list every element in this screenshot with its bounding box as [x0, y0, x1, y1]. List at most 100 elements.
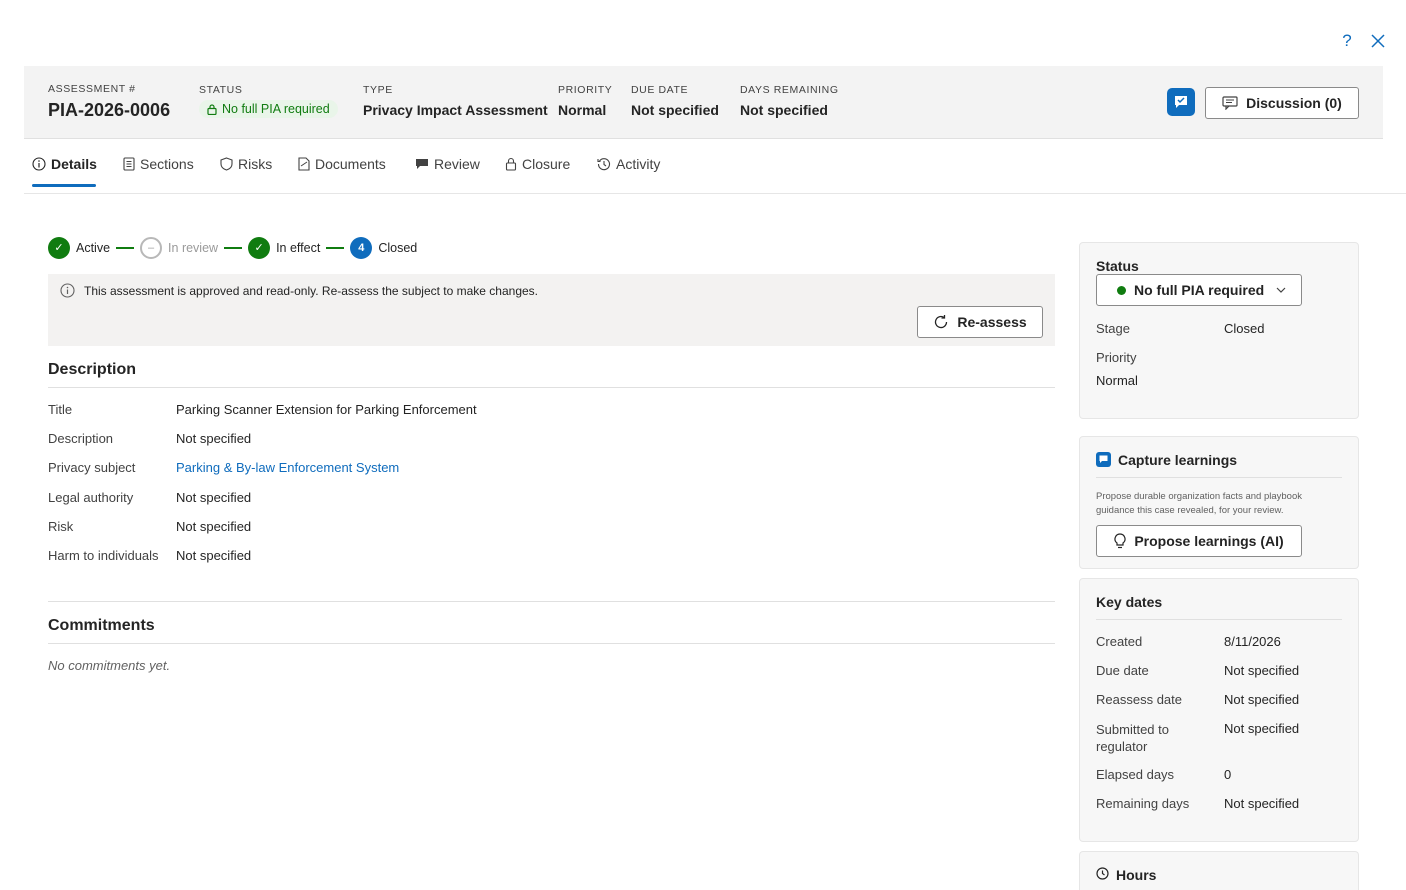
discussion-icon: [1222, 96, 1238, 110]
lock-icon: [207, 103, 217, 115]
assessment-id-field: ASSESSMENT # PIA-2026-0006: [48, 83, 171, 120]
tab-bar: Details Sections Risks Documents Review …: [24, 140, 1406, 194]
document-icon: [298, 157, 310, 171]
divider: [48, 387, 1055, 388]
risk-value: Not specified: [176, 519, 252, 534]
created-value: 8/11/2026: [1224, 634, 1281, 649]
tab-review[interactable]: Review: [415, 156, 480, 172]
history-icon: [597, 158, 610, 171]
description-value: Not specified: [176, 431, 252, 446]
info-icon: [32, 157, 46, 171]
due-date-value: Not specified: [1224, 663, 1300, 678]
priority-label: Priority: [1096, 350, 1137, 365]
elapsed-days-value: 0: [1224, 767, 1232, 782]
discussion-button[interactable]: Discussion (0): [1205, 87, 1359, 119]
lightbulb-icon: [1114, 533, 1126, 549]
capture-learnings-card: Capture learnings Propose durable organi…: [1079, 436, 1359, 569]
sections-icon: [123, 157, 135, 171]
step-connector: [326, 246, 345, 249]
description-heading: Description: [48, 361, 137, 378]
divider: [1096, 619, 1342, 620]
reassess-date-label: Reassess date: [1096, 692, 1182, 707]
assessment-id: PIA-2026-0006: [48, 100, 171, 120]
assessment-header: ASSESSMENT # PIA-2026-0006 STATUS No ful…: [24, 66, 1383, 139]
tab-documents[interactable]: Documents: [298, 156, 386, 172]
hours-card: Hours: [1079, 851, 1359, 890]
tab-sections[interactable]: Sections: [123, 156, 194, 172]
key-dates-card: Key dates Created 8/11/2026 Due date Not…: [1079, 578, 1359, 842]
clock-icon: [1096, 867, 1109, 880]
learnings-title: Capture learnings: [1118, 452, 1238, 468]
step-closed-label: Closed: [378, 240, 418, 255]
help-button[interactable]: ?: [1336, 30, 1358, 52]
active-tab-indicator: [32, 184, 96, 187]
elapsed-days-label: Elapsed days: [1096, 767, 1175, 782]
tab-activity[interactable]: Activity: [597, 156, 660, 172]
privacy-subject-link[interactable]: Parking & By-law Enforcement System: [176, 460, 399, 475]
remaining-days-label: Remaining days: [1096, 796, 1190, 811]
close-button[interactable]: [1367, 30, 1389, 52]
created-label: Created: [1096, 634, 1143, 649]
tab-risks[interactable]: Risks: [220, 156, 272, 172]
type-field: TYPE Privacy Impact Assessment: [363, 84, 548, 118]
learnings-hint: Propose durable organization facts and p…: [1096, 491, 1302, 516]
description-label: Description: [48, 431, 114, 446]
chat-icon: [1096, 452, 1111, 467]
step-in-effect-label: In effect: [276, 240, 321, 255]
tab-details[interactable]: Details: [32, 156, 97, 172]
status-badge: No full PIA required: [199, 100, 338, 118]
key-dates-title: Key dates: [1096, 594, 1163, 610]
step-active-dot: ✓: [48, 236, 70, 259]
days-remaining-field: DAYS REMAINING Not specified: [740, 84, 839, 118]
refresh-icon: [935, 315, 948, 329]
reassess-date-value: Not specified: [1224, 692, 1300, 707]
legal-authority-value: Not specified: [176, 490, 252, 505]
risk-label: Risk: [48, 519, 74, 534]
harm-value: Not specified: [176, 548, 252, 563]
stage-label: Stage: [1096, 321, 1130, 336]
divider: [48, 643, 1055, 644]
title-label: Title: [48, 402, 73, 417]
divider: [48, 601, 1055, 602]
harm-label: Harm to individuals: [48, 548, 159, 563]
status-field: STATUS No full PIA required: [199, 84, 338, 118]
propose-learnings-button[interactable]: Propose learnings (AI): [1096, 525, 1302, 557]
step-in-review-dot: –: [140, 236, 163, 259]
step-connector: [116, 246, 135, 249]
due-date-field: DUE DATE Not specified: [631, 84, 719, 118]
chevron-down-icon: [1276, 287, 1286, 293]
remaining-days-value: Not specified: [1224, 796, 1300, 811]
status-card-title: Status: [1096, 258, 1139, 274]
step-in-review-label: In review: [168, 240, 219, 255]
status-dot-icon: [1117, 285, 1126, 295]
hours-title: Hours: [1116, 867, 1157, 883]
chat-icon: [1175, 96, 1187, 108]
status-dropdown[interactable]: No full PIA required: [1096, 274, 1302, 306]
lock-icon: [505, 157, 517, 171]
close-icon: [1371, 34, 1385, 48]
legal-authority-label: Legal authority: [48, 490, 134, 505]
priority-value: Normal: [1096, 373, 1138, 388]
review-icon: [416, 159, 428, 169]
title-value: Parking Scanner Extension for Parking En…: [176, 402, 477, 417]
step-active-label: Active: [76, 240, 111, 255]
due-date-label: Due date: [1096, 663, 1149, 678]
stage-value: Closed: [1224, 321, 1265, 336]
privacy-subject-label: Privacy subject: [48, 460, 136, 475]
priority-field: PRIORITY Normal: [558, 84, 613, 118]
shield-icon: [220, 157, 233, 171]
banner-message: This assessment is approved and read-onl…: [84, 284, 539, 298]
step-in-effect-dot: ✓: [248, 236, 271, 259]
commitments-empty-note: No commitments yet.: [48, 658, 171, 673]
info-icon: [60, 283, 75, 298]
commitments-heading: Commitments: [48, 617, 155, 634]
reassess-button[interactable]: Re-assess: [917, 306, 1043, 338]
tab-closure[interactable]: Closure: [505, 156, 570, 172]
step-connector: [224, 246, 243, 249]
submitted-label: Submitted to regulator: [1096, 722, 1169, 754]
divider: [1096, 477, 1342, 478]
read-only-banner: This assessment is approved and read-onl…: [48, 274, 1055, 346]
copilot-button[interactable]: [1167, 88, 1195, 116]
step-closed-dot: 4: [350, 236, 373, 259]
submitted-value: Not specified: [1224, 721, 1300, 736]
